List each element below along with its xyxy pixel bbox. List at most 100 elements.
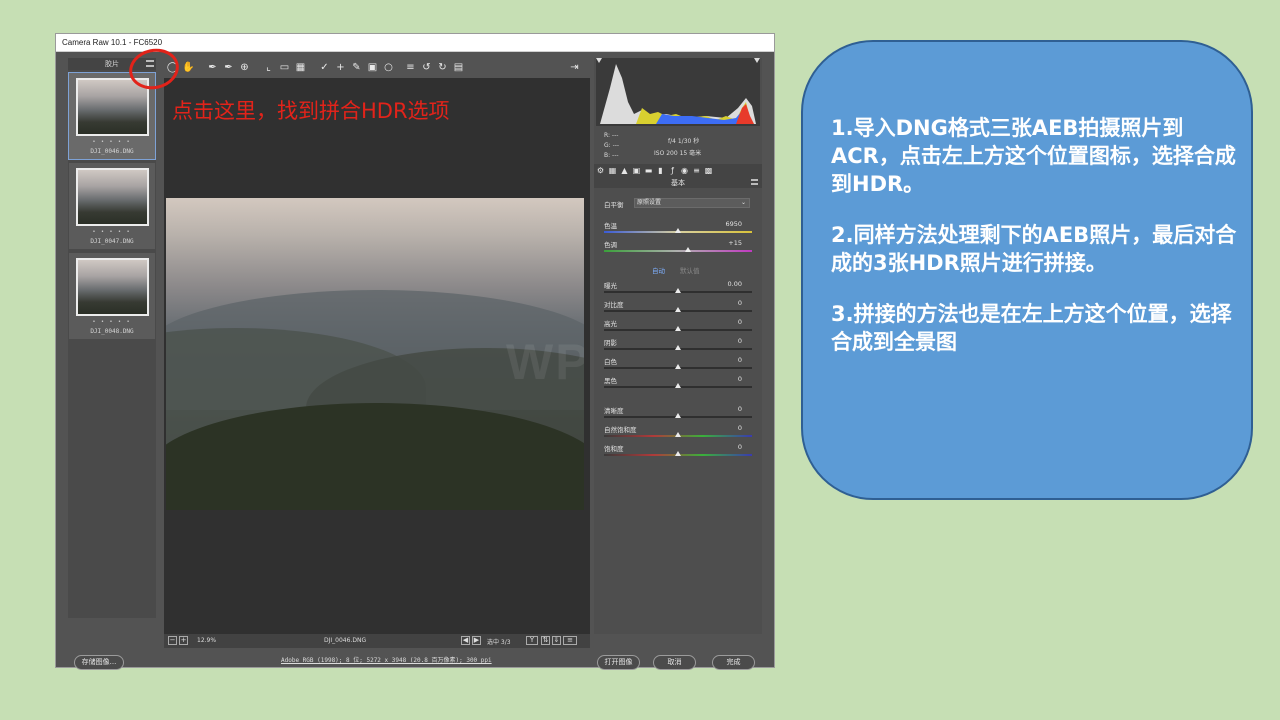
next-image-icon[interactable]: ▶ (472, 636, 481, 645)
selection-count: 选中 3/3 (487, 639, 511, 646)
slider-handle[interactable] (675, 228, 681, 233)
zoom-in-icon[interactable]: + (179, 636, 188, 645)
tab-snapshots-icon[interactable]: ▩ (704, 166, 713, 175)
straighten-icon[interactable]: ▭ (278, 61, 291, 74)
slider-track[interactable] (604, 250, 752, 252)
white-balance-icon[interactable]: ✒ (206, 61, 219, 74)
save-image-button[interactable]: 存储图像... (74, 655, 124, 670)
tab-effects-icon[interactable]: ƒ (668, 166, 677, 175)
tool-bar: ◯ ✋ ✒ ✒ ⊕ ⌞ ▭ ▦ ✓ + ✎ ▣ ○ ≡ ↺ ↻ ▤ (164, 58, 590, 78)
chevron-down-icon: ⌄ (740, 199, 746, 206)
slider-handle[interactable] (675, 413, 681, 418)
workflow-options-link[interactable]: Adobe RGB (1998); 8 位; 5272 x 3948 (20.8… (281, 655, 492, 664)
slider-handle[interactable] (675, 432, 681, 437)
slider-handle[interactable] (675, 288, 681, 293)
done-button[interactable]: 完成 (712, 655, 755, 670)
toggle-fullscreen-icon[interactable]: ⇥ (568, 61, 581, 74)
slider-handle[interactable] (685, 247, 692, 252)
preferences-icon[interactable]: ≡ (404, 61, 417, 74)
trash-icon[interactable]: ▤ (452, 61, 465, 74)
highlight-clipping-icon (754, 58, 760, 63)
slider-value[interactable]: 0 (738, 318, 742, 326)
swap-icon[interactable]: ⇅ (541, 636, 550, 645)
rgb-readout-g: G: --- (604, 142, 620, 149)
annotation-text: 点击这里，找到拼合HDR选项 (172, 99, 450, 123)
target-adjust-icon[interactable]: ⊕ (238, 61, 251, 74)
slider-value[interactable]: 0 (738, 375, 742, 383)
radial-filter-icon[interactable]: ○ (382, 61, 395, 74)
color-sampler-icon[interactable]: ✒ (222, 61, 235, 74)
tab-detail-icon[interactable]: ▲ (620, 166, 629, 175)
slider-handle[interactable] (675, 307, 681, 312)
transform-icon[interactable]: ▦ (294, 61, 307, 74)
white-balance-select[interactable]: 原照设置 ⌄ (634, 198, 750, 208)
slider-value[interactable]: 0 (738, 299, 742, 307)
mountain-ridge (166, 403, 584, 510)
tab-hsl-icon[interactable]: ▣ (632, 166, 641, 175)
hand-icon[interactable]: ✋ (182, 61, 195, 74)
rotate-left-icon[interactable]: ↺ (420, 61, 433, 74)
zoom-level[interactable]: 12.9% (197, 637, 216, 644)
wps-watermark: WPS (506, 334, 584, 390)
graduated-filter-icon[interactable]: ▣ (366, 61, 379, 74)
star-rating[interactable]: • • • • • (69, 319, 155, 325)
slider-value[interactable]: 0.00 (728, 280, 742, 288)
slider-value[interactable]: 0 (738, 337, 742, 345)
tab-presets-icon[interactable]: ≡ (692, 166, 701, 175)
instruction-step: 1.导入DNG格式三张AEB拍摄照片到ACR，点击左上方这个位置图标，选择合成到… (831, 116, 1236, 196)
slider-handle[interactable] (675, 326, 681, 331)
cancel-button[interactable]: 取消 (653, 655, 696, 670)
slider-value[interactable]: +15 (728, 239, 742, 247)
instruction-text: 1.导入DNG格式三张AEB拍摄照片到ACR，点击左上方这个位置图标，选择合成到… (831, 114, 1237, 379)
slider-label: 高光 (604, 320, 617, 328)
brush-icon[interactable]: ✎ (350, 61, 363, 74)
slider-label: 清晰度 (604, 407, 624, 415)
rotate-right-icon[interactable]: ↻ (436, 61, 449, 74)
filmstrip-thumbnail[interactable]: • • • • • DJI_0047.DNG (68, 162, 156, 250)
histogram-graph (596, 58, 760, 124)
view-settings-icon[interactable]: ≡ (563, 636, 577, 645)
slider-handle[interactable] (675, 451, 681, 456)
copy-settings-icon[interactable]: ⇓ (552, 636, 561, 645)
star-rating[interactable]: • • • • • (69, 139, 155, 145)
panel-tabs: ⚙ ▦ ▲ ▣ ▬ ▮ ƒ ◉ ≡ ▩ (594, 164, 762, 178)
rgb-readout-b: B: --- (604, 152, 619, 159)
crop-icon[interactable]: ⌞ (262, 61, 275, 74)
tab-calibration-icon[interactable]: ◉ (680, 166, 689, 175)
camera-raw-client: 胶片 • • • • • DJI_0046.DNG • • • • • DJI_… (56, 44, 774, 670)
tab-basic-icon[interactable]: ⚙ (596, 166, 605, 175)
instruction-callout: 1.导入DNG格式三张AEB拍摄照片到ACR，点击左上方这个位置图标，选择合成到… (801, 40, 1253, 500)
slider-value[interactable]: 0 (738, 424, 742, 432)
slider-value[interactable]: 0 (738, 443, 742, 451)
slider-label: 色温 (604, 222, 617, 230)
auto-link[interactable]: 自动 (652, 265, 665, 275)
spot-removal-icon[interactable]: ✓ (318, 61, 331, 74)
previous-image-icon[interactable]: ◀ (461, 636, 470, 645)
white-balance-value: 原照设置 (637, 199, 662, 206)
slider-handle[interactable] (675, 345, 681, 350)
slider-handle[interactable] (675, 364, 681, 369)
open-image-button[interactable]: 打开图像 (597, 655, 640, 670)
tab-tone-curve-icon[interactable]: ▦ (608, 166, 617, 175)
slider-handle[interactable] (675, 383, 681, 388)
slider-label: 阴影 (604, 339, 617, 347)
slider-value[interactable]: 0 (738, 405, 742, 413)
tab-split-toning-icon[interactable]: ▬ (644, 166, 653, 175)
slider-value[interactable]: 0 (738, 356, 742, 364)
default-link[interactable]: 默认值 (680, 265, 700, 275)
thumbnail-filename: DJI_0046.DNG (90, 148, 134, 155)
filmstrip-thumbnail[interactable]: • • • • • DJI_0048.DNG (68, 252, 156, 340)
panel-menu-icon[interactable] (751, 179, 758, 185)
rgb-readout-r: R: --- (604, 132, 619, 139)
zoom-out-icon[interactable]: − (168, 636, 177, 645)
before-after-icon[interactable]: Y (526, 636, 538, 645)
tab-lens-icon[interactable]: ▮ (656, 166, 665, 175)
slider-value[interactable]: 6950 (725, 220, 742, 228)
preview-status-bar: − + 12.9% DJI_0046.DNG ◀ ▶ 选中 3/3 Y ⇅ ⇓ … (164, 634, 590, 648)
slider-label: 曝光 (604, 282, 617, 290)
star-rating[interactable]: • • • • • (69, 229, 155, 235)
thumbnail-image (76, 78, 149, 136)
red-eye-icon[interactable]: + (334, 61, 347, 74)
preview-photo[interactable]: WPS (166, 198, 584, 510)
shadow-clipping-icon (596, 58, 602, 63)
